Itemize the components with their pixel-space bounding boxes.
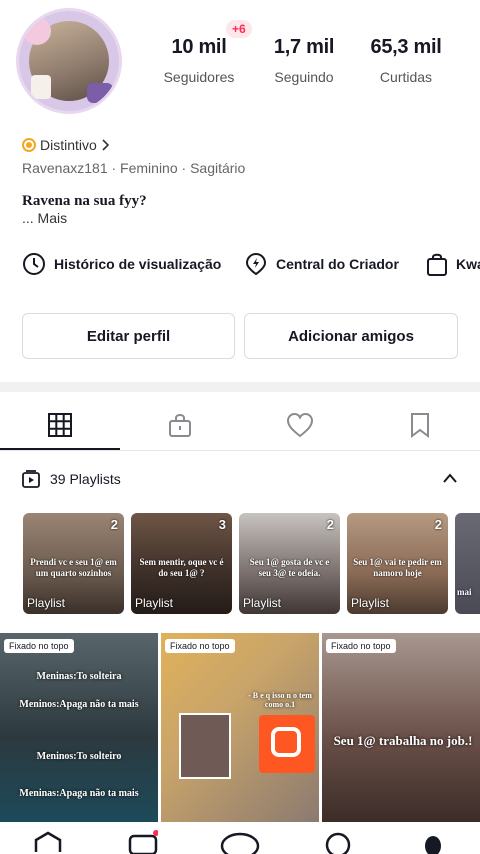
playlist-card[interactable]: 3 Sem mentir, oque vc é do seu 1@ ? Play…: [131, 513, 232, 614]
playlist-caption: mai: [457, 587, 472, 597]
badge-label: Distintivo: [40, 137, 97, 153]
likes-label: Curtidas: [379, 69, 433, 85]
following-count: 1,7 mil: [273, 36, 335, 58]
bio-text: Ravena na sua fyy?: [22, 193, 147, 209]
shortcut-shop[interactable]: Kwa: [426, 252, 480, 276]
playlist-video-count: 2: [326, 517, 334, 532]
playlist-card[interactable]: mai: [455, 513, 480, 614]
video-thumbnail[interactable]: Fixado no topo Seu 1@ trabalha no job.!: [322, 633, 480, 823]
followers-label: Seguidores: [163, 69, 235, 85]
profile-icon[interactable]: [418, 830, 448, 854]
inbox-icon[interactable]: [323, 830, 353, 854]
playlist-video-count: 3: [218, 517, 226, 532]
playlist-caption: Sem mentir, oque vc é do seu 1@ ?: [139, 557, 224, 578]
playlist-label: Playlist: [351, 596, 390, 610]
followers-count: 10 mil: [171, 36, 227, 58]
shopping-bag-icon: [427, 253, 447, 276]
video-caption: Meninas:To solteira: [36, 671, 122, 682]
stat-following[interactable]: 1,7 mil Seguindo: [249, 36, 359, 85]
shortcut-label: Central do Criador: [276, 256, 399, 272]
lightning-pin-icon: [245, 252, 267, 276]
heart-icon: [286, 412, 314, 438]
tab-saved[interactable]: [360, 400, 480, 450]
video-thumbnail[interactable]: Fixado no topo Meninas:To solteira Menin…: [0, 633, 158, 823]
video-caption: Meninos:Apaga não ta mais: [19, 699, 139, 710]
likes-count: 65,3 mil: [370, 36, 442, 58]
avatar[interactable]: [16, 8, 122, 114]
edit-profile-button[interactable]: Editar perfil: [22, 313, 235, 359]
playlist-card[interactable]: 2 Seu 1@ gosta de vc e seu 3@ te odeia. …: [239, 513, 340, 614]
create-icon[interactable]: [220, 830, 260, 854]
playlist-video-count: 2: [434, 517, 442, 532]
stat-followers[interactable]: 10 mil Seguidores: [144, 36, 254, 85]
chevron-up-icon[interactable]: [442, 472, 458, 484]
tab-videos[interactable]: [0, 400, 120, 450]
grid-icon: [48, 413, 72, 437]
playlist-caption: Seu 1@ vai te pedir em namoro hoje: [353, 557, 442, 578]
section-divider: [0, 382, 480, 392]
coin-icon: [22, 138, 36, 152]
video-caption: Meninos:To solteiro: [36, 751, 122, 762]
playlist-label: Playlist: [27, 596, 66, 610]
bookmark-icon: [411, 413, 429, 438]
add-friends-button[interactable]: Adicionar amigos: [244, 313, 458, 359]
app-logo-icon: [259, 715, 315, 773]
shortcut-label: Histórico de visualização: [54, 256, 222, 272]
playlist-video-count: 2: [110, 517, 118, 532]
shortcut-label: Kwa: [456, 256, 480, 272]
tab-liked[interactable]: [240, 400, 360, 450]
bio-more-link[interactable]: ... Mais: [22, 210, 67, 226]
tab-private[interactable]: [120, 400, 240, 450]
pinned-badge: Fixado no topo: [4, 639, 74, 653]
playlists-count: 39 Playlists: [50, 471, 121, 487]
playlist-caption: Prendi vc e seu 1@ em um quarto sozinhos: [30, 557, 117, 578]
following-label: Seguindo: [274, 69, 334, 85]
playlists-header[interactable]: 39 Playlists: [22, 470, 121, 488]
friends-icon[interactable]: [128, 830, 158, 854]
lock-icon: [169, 414, 191, 437]
clock-icon: [23, 253, 45, 275]
video-caption: - B e q isso n o tem como o.1: [248, 691, 312, 709]
playlist-card[interactable]: 2 Seu 1@ vai te pedir em namoro hoje Pla…: [347, 513, 448, 614]
playlist-label: Playlist: [243, 596, 282, 610]
profile-meta: Ravenaxz181 · Feminino · Sagitário: [22, 160, 246, 176]
badge-link[interactable]: Distintivo: [22, 137, 109, 153]
playlist-card[interactable]: 2 Prendi vc e seu 1@ em um quarto sozinh…: [23, 513, 124, 614]
playlist-caption: Seu 1@ gosta de vc e seu 3@ te odeia.: [249, 557, 330, 578]
shortcut-watch-history[interactable]: Histórico de visualização: [22, 252, 221, 276]
home-icon[interactable]: [33, 830, 63, 854]
video-caption: Seu 1@ trabalha no job.!: [333, 733, 473, 748]
pinned-badge: Fixado no topo: [326, 639, 396, 653]
tabs-divider: [0, 450, 480, 451]
chevron-right-icon: [102, 139, 109, 151]
video-thumbnail[interactable]: Fixado no topo - B e q isso n o tem como…: [161, 633, 319, 823]
video-caption: Meninas:Apaga não ta mais: [19, 788, 139, 799]
playlist-label: Playlist: [135, 596, 174, 610]
pinned-badge: Fixado no topo: [165, 639, 235, 653]
playlist-icon: [22, 470, 40, 488]
shortcut-creator-center[interactable]: Central do Criador: [244, 252, 399, 276]
stat-likes[interactable]: 65,3 mil Curtidas: [351, 36, 461, 85]
